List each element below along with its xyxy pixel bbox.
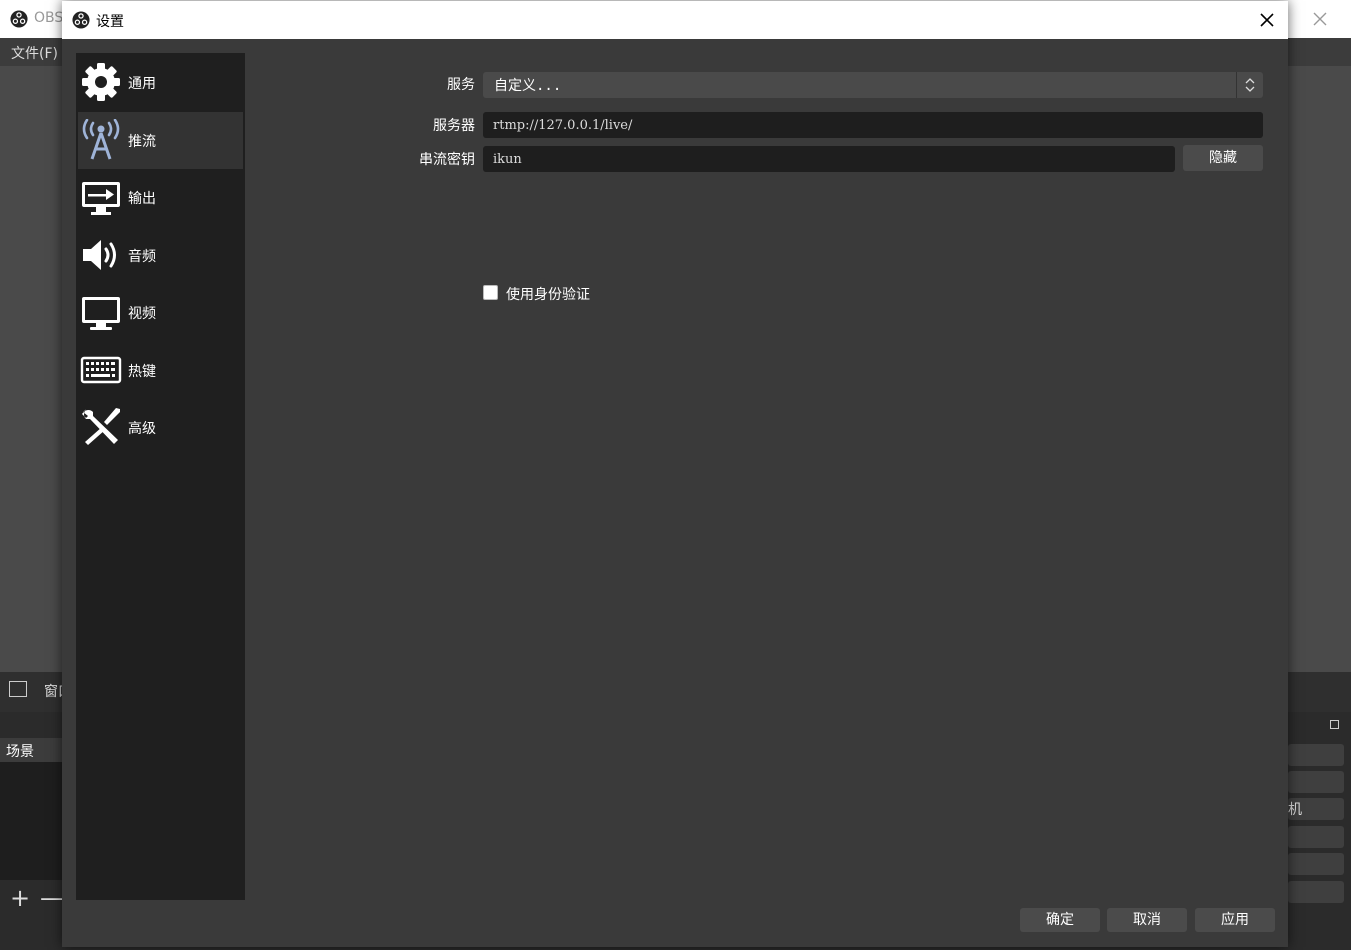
sidebar-item-advanced[interactable]: 高级 (78, 399, 243, 456)
stream-key-field[interactable] (483, 146, 1175, 172)
stream-key-input[interactable] (483, 146, 1175, 172)
add-scene-icon[interactable]: + (10, 886, 30, 910)
control-button[interactable] (1288, 881, 1344, 903)
control-button[interactable]: 机 (1288, 798, 1344, 820)
sidebar-item-video[interactable]: 视频 (78, 284, 243, 341)
sidebar-item-hotkeys[interactable]: 热键 (78, 342, 243, 399)
monitor-icon (82, 297, 120, 330)
sidebar-item-general[interactable]: 通用 (78, 54, 243, 111)
sidebar-item-audio[interactable]: 音频 (78, 227, 243, 284)
server-input[interactable] (483, 112, 1263, 138)
control-button[interactable] (1288, 826, 1344, 848)
chevron-updown-icon (1236, 72, 1255, 98)
window-icon (9, 681, 27, 697)
scenes-list[interactable] (0, 762, 62, 880)
sidebar-item-label: 推流 (128, 134, 156, 150)
sidebar-item-label: 热键 (128, 364, 156, 380)
obs-logo-icon (72, 11, 90, 29)
main-window-title: OBS (34, 10, 64, 26)
keyboard-icon (80, 356, 122, 384)
sidebar-item-label: 通用 (128, 76, 156, 92)
control-button[interactable] (1288, 771, 1344, 793)
control-button[interactable] (1288, 744, 1344, 766)
apply-button[interactable]: 应用 (1195, 908, 1275, 932)
speaker-icon (83, 240, 116, 270)
gear-icon (82, 63, 120, 101)
control-button[interactable] (1288, 853, 1344, 875)
sidebar-item-label: 输出 (128, 191, 156, 207)
settings-dialog: 设置 通用 推流 输出 音频 视频 热键 高级 服务 自定义... 服务器 rt… (62, 1, 1288, 947)
sidebar-item-label: 音频 (128, 249, 156, 265)
tools-icon (82, 408, 120, 445)
dialog-titlebar: 设置 (62, 1, 1288, 39)
service-select-value: 自定义... (494, 78, 562, 94)
server-field[interactable] (483, 112, 1263, 138)
settings-sidebar: 通用 推流 输出 音频 视频 热键 高级 (76, 53, 245, 900)
server-label: 服务器 (433, 118, 475, 134)
menu-file[interactable]: 文件(F) (11, 43, 58, 63)
obs-logo-icon (10, 10, 28, 28)
scenes-dock-header: 场景 (0, 738, 62, 762)
sidebar-item-output[interactable]: 输出 (78, 169, 243, 226)
cancel-button[interactable]: 取消 (1107, 908, 1187, 932)
close-icon[interactable] (1309, 8, 1331, 30)
dialog-title: 设置 (96, 14, 124, 30)
remove-scene-icon[interactable]: — (40, 886, 64, 910)
control-button-label: 机 (1288, 802, 1302, 818)
use-auth-label[interactable]: 使用身份验证 (506, 284, 590, 304)
sidebar-item-label: 高级 (128, 421, 156, 437)
service-label: 服务 (447, 77, 475, 93)
scenes-header-label: 场景 (6, 744, 34, 760)
ok-button[interactable]: 确定 (1020, 908, 1100, 932)
output-monitor-icon (82, 182, 120, 215)
service-select[interactable]: 自定义... (483, 72, 1263, 98)
dock-restore-icon[interactable] (1330, 720, 1339, 729)
sidebar-item-stream[interactable]: 推流 (78, 112, 243, 169)
stream-key-label: 串流密钥 (419, 152, 475, 168)
close-icon[interactable] (1256, 9, 1278, 31)
use-auth-checkbox[interactable] (483, 285, 498, 300)
sidebar-item-label: 视频 (128, 306, 156, 322)
antenna-icon (82, 119, 120, 160)
hide-key-button[interactable]: 隐藏 (1183, 145, 1263, 171)
